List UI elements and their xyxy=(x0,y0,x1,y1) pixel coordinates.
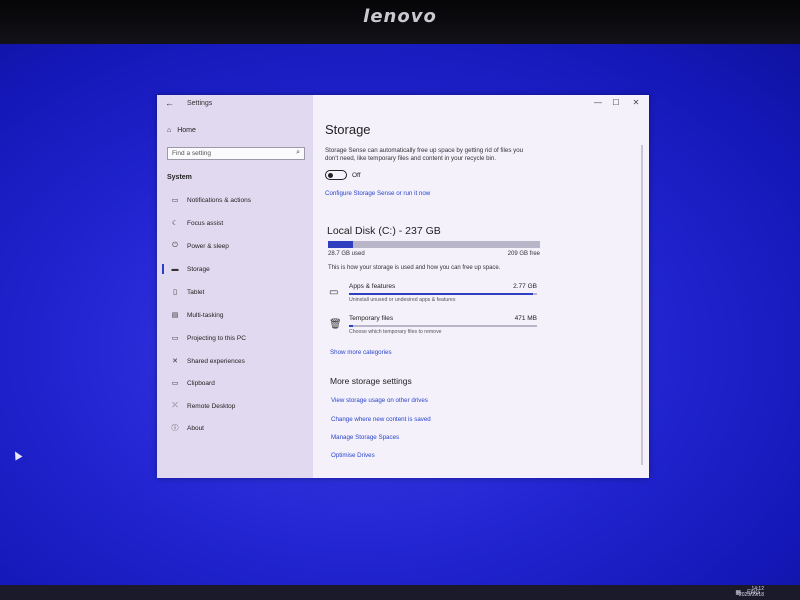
category-temporary-files[interactable]: 🗑 Temporary files 471 MB Choose which te… xyxy=(329,315,539,341)
moon-icon: ☾ xyxy=(171,220,179,227)
sidebar-item-multitasking[interactable]: ▤ Multi-tasking xyxy=(171,309,311,321)
notifications-icon: ▭ xyxy=(171,197,179,204)
back-arrow-icon[interactable]: ← xyxy=(165,98,174,108)
shared-experiences-icon: ✕ xyxy=(172,358,178,365)
remote-desktop-icon: ⤫ xyxy=(172,402,178,409)
sidebar-item-power-sleep[interactable]: ⏻ Power & sleep xyxy=(171,240,311,252)
sidebar-item-clipboard[interactable]: ▭ Clipboard xyxy=(171,377,311,389)
sidebar-item-label: Focus assist xyxy=(187,219,224,227)
category-name: Temporary files xyxy=(349,315,394,322)
toggle-state-label: Off xyxy=(352,172,361,179)
sidebar-item-shared-experiences[interactable]: ✕ Shared experiences xyxy=(171,355,311,367)
category-desc: Choose which temporary files to remove xyxy=(349,329,442,335)
window-title: Settings xyxy=(187,100,213,107)
category-bar xyxy=(349,293,537,295)
sidebar-item-label: Projecting to this PC xyxy=(187,334,246,342)
manage-storage-spaces-link[interactable]: Manage Storage Spaces xyxy=(331,434,399,441)
category-bar-fill xyxy=(349,325,353,327)
projecting-icon: ▭ xyxy=(171,335,179,342)
view-storage-other-drives-link[interactable]: View storage usage on other drives xyxy=(331,397,428,404)
category-bar-fill xyxy=(349,293,534,295)
sidebar-item-remote-desktop[interactable]: ⤫ Remote Desktop xyxy=(171,400,311,412)
sidebar-section-label: System xyxy=(167,174,192,181)
home-icon: ⌂ xyxy=(167,127,172,134)
settings-sidebar: ⌂ Home Find a setting ⌕ System ▭ Notific… xyxy=(157,95,313,478)
sidebar-item-label: Shared experiences xyxy=(187,357,245,365)
storage-page: Storage Storage Sense can automatically … xyxy=(325,95,643,478)
show-more-categories-link[interactable]: Show more categories xyxy=(330,349,392,356)
taskbar: ▦ ENG 14:12 2023/09/18 xyxy=(0,585,800,600)
sidebar-item-label: Storage xyxy=(187,265,210,273)
sidebar-item-projecting[interactable]: ▭ Projecting to this PC xyxy=(171,332,311,344)
disk-usage-fill xyxy=(328,241,354,248)
change-new-content-location-link[interactable]: Change where new content is saved xyxy=(331,416,431,423)
toggle-knob xyxy=(328,172,333,178)
storage-icon: ▬ xyxy=(171,265,179,273)
sidebar-item-about[interactable]: ⓘ About xyxy=(171,422,311,434)
sidebar-item-label: Power & sleep xyxy=(187,242,229,250)
sidebar-item-label: Tablet xyxy=(187,288,205,296)
monitor-icon: ▭ xyxy=(329,287,339,298)
more-storage-settings-heading: More storage settings xyxy=(330,376,412,386)
disk-info: This is how your storage is used and how… xyxy=(328,265,501,271)
multitasking-icon: ▤ xyxy=(171,312,179,319)
trash-icon: 🗑 xyxy=(329,319,342,330)
tablet-icon: ▯ xyxy=(173,289,177,296)
disk-used: 28.7 GB used xyxy=(328,251,365,257)
disk-title: Local Disk (C:) - 237 GB xyxy=(327,225,441,237)
disk-free: 209 GB free xyxy=(507,251,540,257)
storage-sense-toggle[interactable] xyxy=(325,170,347,180)
sidebar-home[interactable]: ⌂ Home xyxy=(167,127,196,134)
clipboard-icon: ▭ xyxy=(171,380,179,387)
category-apps-features[interactable]: ▭ Apps & features 2.77 GB Uninstall unus… xyxy=(329,283,539,309)
sidebar-item-notifications[interactable]: ▭ Notifications & actions xyxy=(171,194,311,206)
disk-usage-bar xyxy=(328,241,540,248)
sidebar-item-label: About xyxy=(187,424,204,432)
sidebar-item-focus-assist[interactable]: ☾ Focus assist xyxy=(171,217,311,229)
search-icon[interactable]: ⌕ xyxy=(296,149,300,157)
home-label: Home xyxy=(177,127,196,134)
category-size: 471 MB xyxy=(514,315,537,322)
taskbar-date: 2023/09/18 xyxy=(738,592,764,598)
find-setting-input[interactable]: Find a setting ⌕ xyxy=(167,147,305,160)
sidebar-item-label: Remote Desktop xyxy=(187,402,236,410)
category-name: Apps & features xyxy=(349,283,396,290)
category-desc: Uninstall unused or undesired apps & fea… xyxy=(349,297,456,303)
storage-sense-description: Storage Sense can automatically free up … xyxy=(325,147,524,162)
sidebar-item-label: Multi-tasking xyxy=(187,311,224,319)
configure-storage-sense-link[interactable]: Configure Storage Sense or run it now xyxy=(325,190,430,197)
category-bar xyxy=(349,325,537,327)
monitor-bezel: lenovo xyxy=(0,0,800,44)
settings-window: ⌂ Home Find a setting ⌕ System ▭ Notific… xyxy=(157,95,649,478)
power-icon: ⏻ xyxy=(172,242,178,249)
monitor-brand-logo: lenovo xyxy=(363,6,437,27)
optimise-drives-link[interactable]: Optimise Drives xyxy=(331,452,375,459)
sidebar-item-label: Notifications & actions xyxy=(187,196,251,204)
info-icon: ⓘ xyxy=(171,425,179,432)
sidebar-item-tablet[interactable]: ▯ Tablet xyxy=(171,286,311,298)
scrollbar[interactable] xyxy=(641,145,643,465)
mouse-cursor-icon xyxy=(11,449,23,461)
search-placeholder: Find a setting xyxy=(172,150,212,157)
page-title: Storage xyxy=(325,122,371,137)
sidebar-item-storage[interactable]: ▬ Storage xyxy=(162,263,311,275)
sidebar-item-label: Clipboard xyxy=(187,379,215,387)
taskbar-clock[interactable]: 14:12 2023/09/18 xyxy=(739,586,764,598)
category-size: 2.77 GB xyxy=(513,283,537,290)
